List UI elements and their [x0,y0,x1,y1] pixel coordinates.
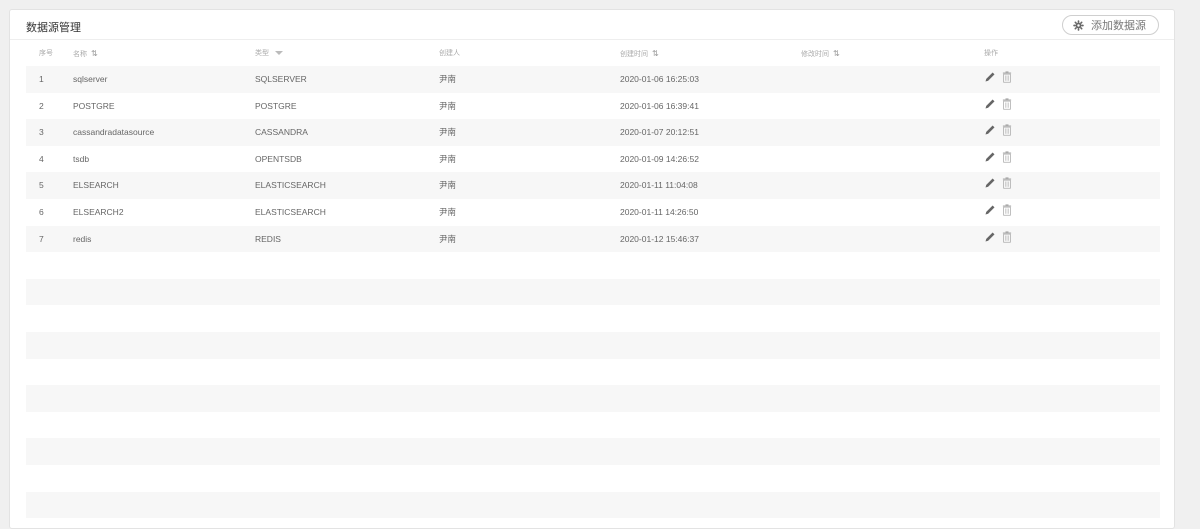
row-actions [984,71,1012,83]
table-row[interactable]: 2 POSTGRE POSTGRE 尹南 2020-01-06 16:39:41 [26,93,1160,120]
row-type: OPENTSDB [255,153,302,164]
empty-row [26,385,1160,412]
col-modified-header[interactable]: 修改时间 ⇅ [801,46,840,63]
row-created-time: 2020-01-06 16:39:41 [620,100,699,111]
add-datasource-label: 添加数据源 [1091,20,1146,32]
delete-icon[interactable] [1002,177,1012,189]
datasource-table: 序号 名称 ⇅ 类型 创建人 创建时间 ⇅ 修改时间 ⇅ 操作 1 sqlserver S… [26,46,1160,519]
row-creator: 尹南 [439,153,457,164]
edit-icon[interactable] [984,177,996,189]
row-actions [984,97,1012,110]
delete-icon[interactable] [1002,71,1012,83]
col-creator-header: 创建人 [439,50,460,57]
empty-row [26,252,1160,279]
row-index: 3 [39,127,44,138]
delete-icon[interactable] [1002,124,1012,136]
empty-row [26,331,1160,359]
empty-row [26,359,1160,386]
col-created-header[interactable]: 创建时间 ⇅ [620,46,659,63]
edit-icon[interactable] [984,204,996,216]
col-modified-label: 修改时间 [801,51,829,58]
row-type: POSTGRE [255,100,297,111]
col-actions-header: 操作 [984,50,998,57]
row-creator: 尹南 [439,100,457,111]
row-type: ELASTICSEARCH [255,180,326,191]
row-index: 4 [39,153,44,164]
empty-row [26,438,1160,465]
table-body: 1 sqlserver SQLSERVER 尹南 2020-01-06 16:25:03… [26,66,1160,519]
table-row[interactable]: 3 cassandradatasource CASSANDRA 尹南 2020-01-0… [26,119,1160,146]
row-name: cassandradatasource [73,127,155,138]
row-created-time: 2020-01-11 11:04:08 [620,180,698,191]
row-type: SQLSERVER [255,74,307,84]
filter-dropdown-icon[interactable] [275,51,283,56]
row-index: 1 [39,74,44,84]
edit-icon[interactable] [984,231,996,243]
col-type-label: 类型 [255,50,269,57]
row-name: ELSEARCH2 [73,206,124,217]
edit-icon[interactable] [984,151,996,163]
row-created-time: 2020-01-09 14:26:52 [620,153,699,164]
row-actions [984,204,1012,216]
row-creator: 尹南 [439,127,457,138]
row-created-time: 2020-01-12 15:46:37 [620,233,699,244]
page-title: 数据源管理 [26,22,81,34]
empty-row [26,465,1160,492]
gear-icon [1073,19,1084,31]
delete-icon[interactable] [1002,204,1012,216]
row-name: tsdb [73,153,90,164]
row-name: ELSEARCH [73,180,119,191]
row-creator: 尹南 [439,206,457,217]
row-creator: 尹南 [439,180,457,191]
row-index: 7 [39,233,44,244]
add-datasource-button[interactable]: 添加数据源 [1062,15,1159,35]
edit-icon[interactable] [984,98,996,110]
panel-header: 数据源管理 添加数据源 [10,10,1174,40]
table-row[interactable]: 6 ELSEARCH2 ELASTICSEARCH 尹南 2020-01-11 14:2… [26,199,1160,226]
delete-icon[interactable] [1002,97,1012,110]
row-actions [984,124,1012,136]
edit-icon[interactable] [984,71,996,83]
delete-icon[interactable] [1002,230,1012,243]
row-index: 6 [39,206,44,217]
col-name-label: 名称 [73,51,87,58]
row-type: REDIS [255,233,281,244]
table-row[interactable]: 1 sqlserver SQLSERVER 尹南 2020-01-06 16:25:03 [26,66,1160,93]
sort-icon[interactable]: ⇅ [652,46,659,62]
row-created-time: 2020-01-11 14:26:50 [620,206,699,217]
row-index: 2 [39,100,44,111]
row-type: ELASTICSEARCH [255,206,326,217]
table-row[interactable]: 4 tsdb OPENTSDB 尹南 2020-01-09 14:26:52 [26,146,1160,173]
col-type-header[interactable]: 类型 [255,46,283,62]
row-name: redis [73,233,92,244]
col-created-label: 创建时间 [620,51,648,58]
row-actions [984,230,1012,243]
empty-row [26,278,1160,306]
col-index-header: 序号 [39,50,53,57]
edit-icon[interactable] [984,124,996,136]
row-created-time: 2020-01-06 16:25:03 [620,74,699,84]
empty-row [26,412,1160,439]
row-actions [984,177,1012,189]
table-header: 序号 名称 ⇅ 类型 创建人 创建时间 ⇅ 修改时间 ⇅ 操作 [26,46,1160,66]
table-row[interactable]: 7 redis REDIS 尹南 2020-01-12 15:46:37 [26,225,1160,253]
sort-icon[interactable]: ⇅ [91,46,98,62]
row-index: 5 [39,180,44,191]
row-type: CASSANDRA [255,127,308,138]
row-name: sqlserver [73,74,108,84]
empty-row [26,305,1160,332]
row-name: POSTGRE [73,100,115,111]
col-name-header[interactable]: 名称 ⇅ [73,46,98,63]
datasource-panel: 数据源管理 添加数据源 序号 名称 ⇅ 类型 创建人 创建时间 ⇅ 修改时间 ⇅ [9,9,1175,529]
row-creator: 尹南 [439,233,457,244]
row-actions [984,151,1012,163]
delete-icon[interactable] [1002,151,1012,163]
table-row[interactable]: 5 ELSEARCH ELASTICSEARCH 尹南 2020-01-11 11:04… [26,172,1160,199]
row-created-time: 2020-01-07 20:12:51 [620,127,699,138]
empty-row [26,491,1160,519]
sort-icon[interactable]: ⇅ [833,46,840,62]
row-creator: 尹南 [439,74,457,84]
